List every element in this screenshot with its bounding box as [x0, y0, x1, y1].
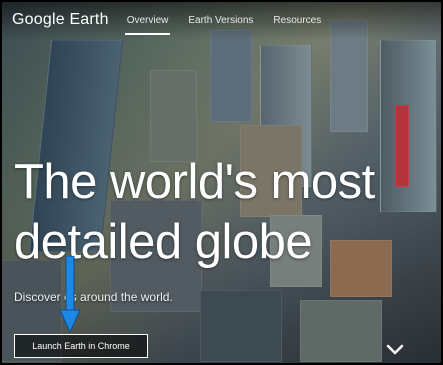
hero-subtext: Discover es around the world.: [14, 290, 173, 304]
tab-earth-versions[interactable]: Earth Versions: [186, 9, 255, 32]
launch-earth-in-chrome-button[interactable]: Launch Earth in Chrome: [14, 334, 148, 358]
scroll-down-chevron-icon[interactable]: [384, 340, 406, 358]
headline-line-1: The world's most: [14, 155, 375, 209]
top-navigation: Google Earth Overview Earth Versions Res…: [0, 0, 443, 40]
google-earth-logo[interactable]: Google Earth: [12, 11, 109, 29]
google-earth-landing: Google Earth Overview Earth Versions Res…: [0, 0, 443, 365]
annotation-arrow-icon: [60, 256, 80, 332]
tab-resources[interactable]: Resources: [271, 9, 323, 32]
tab-overview[interactable]: Overview: [124, 9, 171, 35]
hero-headline: The world's most detailed globe: [14, 152, 443, 272]
